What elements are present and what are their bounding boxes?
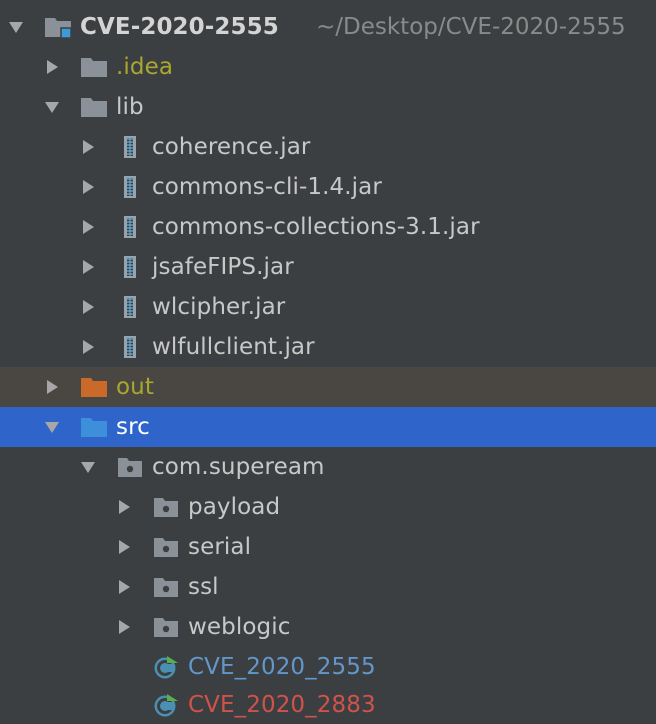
module-folder-icon — [44, 15, 72, 39]
package-icon — [152, 575, 180, 599]
package-icon — [116, 455, 144, 479]
subpackage-label: weblogic — [188, 614, 291, 640]
tree-row-jar[interactable]: commons-collections-3.1.jar — [0, 207, 656, 247]
subpackage-label: serial — [188, 534, 252, 560]
chevron-right-icon[interactable] — [43, 378, 61, 396]
jar-label: commons-cli-1.4.jar — [152, 174, 382, 200]
tree-row-jar[interactable]: wlfullclient.jar — [0, 327, 656, 367]
tree-row-jar[interactable]: wlcipher.jar — [0, 287, 656, 327]
tree-row-class[interactable]: CVE_2020_2555 — [0, 647, 656, 687]
folder-icon — [80, 415, 108, 439]
folder-label-src: src — [116, 414, 150, 440]
folder-icon — [80, 95, 108, 119]
chevron-right-icon[interactable] — [79, 218, 97, 236]
tree-row-src[interactable]: src — [0, 407, 656, 447]
package-label: com.supeream — [152, 454, 325, 480]
jar-archive-icon — [116, 255, 144, 279]
jar-archive-icon — [116, 135, 144, 159]
jar-label: wlfullclient.jar — [152, 334, 315, 360]
jar-archive-icon — [116, 215, 144, 239]
chevron-right-icon[interactable] — [43, 58, 61, 76]
folder-icon — [80, 55, 108, 79]
jar-label: wlcipher.jar — [152, 294, 286, 320]
package-icon — [152, 495, 180, 519]
chevron-down-icon[interactable] — [79, 458, 97, 476]
chevron-right-icon[interactable] — [79, 178, 97, 196]
chevron-down-icon[interactable] — [43, 98, 61, 116]
tree-row-jar[interactable]: coherence.jar — [0, 127, 656, 167]
jar-label: jsafeFIPS.jar — [152, 254, 294, 280]
tree-row-subpackage[interactable]: serial — [0, 527, 656, 567]
folder-icon — [80, 375, 108, 399]
jar-archive-icon — [116, 295, 144, 319]
chevron-down-icon[interactable] — [43, 418, 61, 436]
tree-row-class[interactable]: CVE_2020_2883 — [0, 685, 656, 724]
chevron-right-icon[interactable] — [79, 138, 97, 156]
tree-row-subpackage[interactable]: payload — [0, 487, 656, 527]
jar-label: coherence.jar — [152, 134, 311, 160]
tree-row-subpackage[interactable]: ssl — [0, 567, 656, 607]
chevron-down-icon[interactable] — [7, 18, 25, 36]
java-class-icon — [152, 693, 180, 717]
project-tree: CVE-2020-2555 ~/Desktop/CVE-2020-2555 .i… — [0, 0, 656, 724]
chevron-right-icon[interactable] — [115, 498, 133, 516]
subpackage-label: ssl — [188, 574, 219, 600]
folder-label-lib: lib — [116, 94, 144, 120]
package-icon — [152, 615, 180, 639]
tree-row-subpackage[interactable]: weblogic — [0, 607, 656, 647]
folder-label-idea: .idea — [116, 54, 174, 80]
tree-row-package[interactable]: com.supeream — [0, 447, 656, 487]
project-path: ~/Desktop/CVE-2020-2555 — [316, 14, 626, 40]
tree-row-lib[interactable]: lib — [0, 87, 656, 127]
jar-archive-icon — [116, 335, 144, 359]
jar-label: commons-collections-3.1.jar — [152, 214, 480, 240]
chevron-right-icon[interactable] — [115, 618, 133, 636]
tree-row-idea[interactable]: .idea — [0, 47, 656, 87]
folder-label-out: out — [116, 374, 154, 400]
class-label: CVE_2020_2883 — [188, 692, 376, 718]
subpackage-label: payload — [188, 494, 281, 520]
chevron-right-icon[interactable] — [79, 298, 97, 316]
class-label: CVE_2020_2555 — [188, 654, 376, 680]
tree-row-jar[interactable]: commons-cli-1.4.jar — [0, 167, 656, 207]
chevron-right-icon[interactable] — [79, 338, 97, 356]
jar-archive-icon — [116, 175, 144, 199]
chevron-right-icon[interactable] — [115, 578, 133, 596]
java-class-icon — [152, 655, 180, 679]
tree-row-jar[interactable]: jsafeFIPS.jar — [0, 247, 656, 287]
chevron-right-icon[interactable] — [79, 258, 97, 276]
package-icon — [152, 535, 180, 559]
tree-row-project-root[interactable]: CVE-2020-2555 ~/Desktop/CVE-2020-2555 — [0, 7, 656, 47]
project-name: CVE-2020-2555 — [80, 14, 279, 40]
tree-row-out[interactable]: out — [0, 367, 656, 407]
chevron-right-icon[interactable] — [115, 538, 133, 556]
